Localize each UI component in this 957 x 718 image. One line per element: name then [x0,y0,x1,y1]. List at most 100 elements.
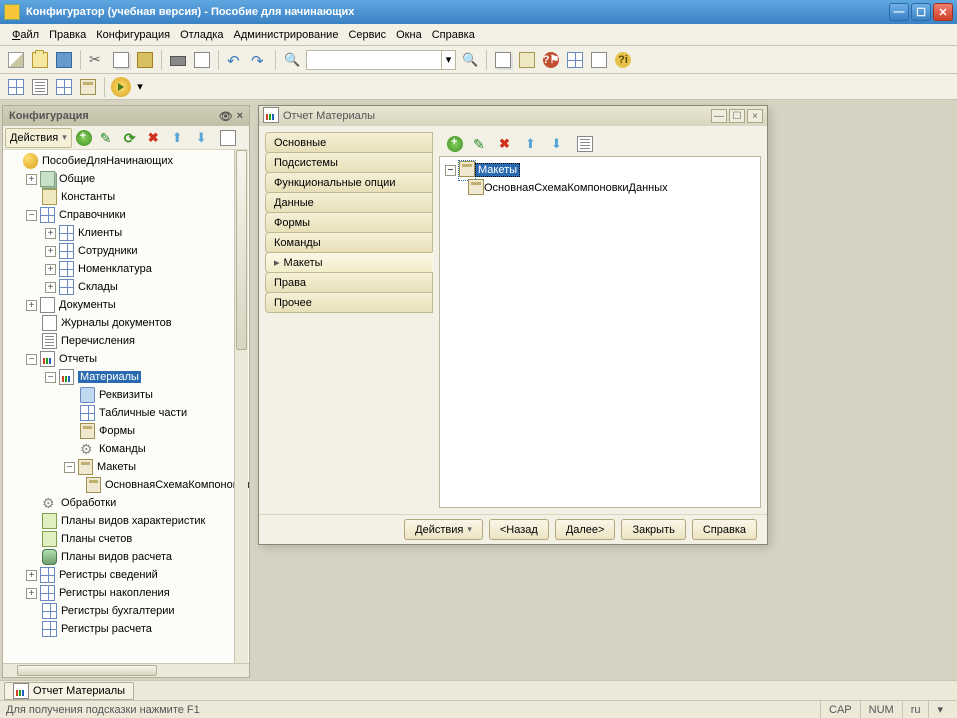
menu-service[interactable]: Сервис [348,29,386,41]
tb2-a[interactable] [5,76,27,98]
move-up-button[interactable] [169,127,191,149]
find-next-button[interactable] [459,49,481,71]
tb-btn-syntax[interactable] [588,49,610,71]
tree-doc-journals[interactable]: Журналы документов [3,314,249,332]
tree-hscroll[interactable] [3,663,249,677]
maximize-button[interactable]: ☐ [911,3,931,21]
tb2-run[interactable] [110,76,132,98]
tree-catalogs[interactable]: −Справочники [3,206,249,224]
cut-button[interactable] [86,49,108,71]
tb2-b[interactable] [29,76,51,98]
menu-edit[interactable]: Правка [49,29,86,41]
rt-del[interactable] [496,133,518,155]
tree-materials[interactable]: −Материалы [3,368,249,386]
tb-btn-a[interactable] [492,49,514,71]
tb-help-button[interactable]: i [612,49,634,71]
tree-nomenclature[interactable]: +Номенклатура [3,260,249,278]
vtab-rights[interactable]: Права [265,272,433,293]
vtab-commands[interactable]: Команды [265,232,433,253]
rtree-child[interactable]: ОсновнаяСхемаКомпоновкиДанных [442,179,758,197]
tree-layouts[interactable]: −Макеты [3,458,249,476]
panel-close-icon[interactable]: × [237,110,243,122]
tree-tab-parts[interactable]: Табличные части [3,404,249,422]
tb2-run-drop[interactable]: ▾ [134,76,146,98]
tree-forms[interactable]: Формы [3,422,249,440]
tree-account-plans[interactable]: Планы счетов [3,530,249,548]
tb2-c[interactable] [53,76,75,98]
vtab-subsystems[interactable]: Подсистемы [265,152,433,173]
menu-config[interactable]: Конфигурация [96,29,170,41]
tree-main-schema[interactable]: ОсновнаяСхемаКомпоновкиДанных [3,476,249,494]
open-button[interactable] [29,49,51,71]
vtab-other[interactable]: Прочее [265,292,433,313]
tb-btn-calendar[interactable] [564,49,586,71]
tree-enums[interactable]: Перечисления [3,332,249,350]
tb2-d[interactable] [77,76,99,98]
search-combo[interactable]: ▾ [306,50,456,70]
tree-documents[interactable]: +Документы [3,296,249,314]
save-button[interactable] [53,49,75,71]
tree-constants[interactable]: Константы [3,188,249,206]
edit-button[interactable] [97,127,119,149]
tb-btn-b[interactable] [516,49,538,71]
tree-attributes[interactable]: Реквизиты [3,386,249,404]
rtree-root[interactable]: − Макеты [442,161,758,179]
preview-button[interactable] [191,49,213,71]
report-layouts-tree[interactable]: − Макеты ОсновнаяСхемаКомпоновкиДанных [439,156,761,508]
close-window-button[interactable]: ✕ [933,3,953,21]
report-window-titlebar[interactable]: Отчет Материалы — ☐ × [259,106,767,126]
undo-button[interactable] [224,49,246,71]
tree-calc-plans[interactable]: Планы видов расчета [3,548,249,566]
rw-min-button[interactable]: — [711,109,727,123]
tree-calc-registers[interactable]: Регистры расчета [3,620,249,638]
taskbar-tab-1[interactable]: Отчет Материалы [4,682,134,700]
tree-info-registers[interactable]: +Регистры сведений [3,566,249,584]
vtab-main[interactable]: Основные [265,132,433,153]
rt-down[interactable] [548,133,570,155]
status-lang-drop[interactable]: ▾ [928,701,951,718]
tree-clients[interactable]: +Клиенты [3,224,249,242]
status-lang[interactable]: ru [902,701,929,718]
config-tree[interactable]: ПособиеДляНачинающих +Общие Константы −С… [3,150,249,663]
rt-edit[interactable] [470,133,492,155]
redo-button[interactable] [248,49,270,71]
menu-help[interactable]: Справка [432,29,475,41]
tree-reports[interactable]: −Отчеты [3,350,249,368]
tree-commands[interactable]: Команды [3,440,249,458]
refresh-button[interactable] [121,127,143,149]
tree-char-plans[interactable]: Планы видов характеристик [3,512,249,530]
menu-file[interactable]: ФФайлайл [12,29,39,41]
menu-windows[interactable]: Окна [396,29,422,41]
vtab-funcopts[interactable]: Функциональные опции [265,172,433,193]
vtab-layouts[interactable]: Макеты [265,252,433,273]
search-icon-btn[interactable] [281,49,303,71]
tree-employees[interactable]: +Сотрудники [3,242,249,260]
new-button[interactable] [5,49,27,71]
rt-up[interactable] [522,133,544,155]
rw-close-button[interactable]: × [747,109,763,123]
add-button[interactable] [73,127,95,149]
vtab-forms[interactable]: Формы [265,212,433,233]
sort-button[interactable] [217,127,239,149]
move-down-button[interactable] [193,127,215,149]
menu-admin[interactable]: Администрирование [234,29,339,41]
tree-processing[interactable]: Обработки [3,494,249,512]
tree-vscroll[interactable] [234,150,248,663]
actions-dropdown[interactable]: Действия [5,128,72,148]
rw-max-button[interactable]: ☐ [729,109,745,123]
rt-props[interactable] [574,133,596,155]
tree-root[interactable]: ПособиеДляНачинающих [3,152,249,170]
tree-acct-registers[interactable]: Регистры бухгалтерии [3,602,249,620]
copy-button[interactable] [110,49,132,71]
btn-back[interactable]: <Назад [489,519,549,540]
minimize-button[interactable]: — [889,3,909,21]
btn-next[interactable]: Далее> [555,519,616,540]
tree-accum-registers[interactable]: +Регистры накопления [3,584,249,602]
btn-help[interactable]: Справка [692,519,757,540]
print-button[interactable] [167,49,189,71]
rt-add[interactable] [444,133,466,155]
vtab-data[interactable]: Данные [265,192,433,213]
delete-button[interactable] [145,127,167,149]
menu-debug[interactable]: Отладка [180,29,223,41]
tb-btn-user[interactable]: ⚑ [540,49,562,71]
